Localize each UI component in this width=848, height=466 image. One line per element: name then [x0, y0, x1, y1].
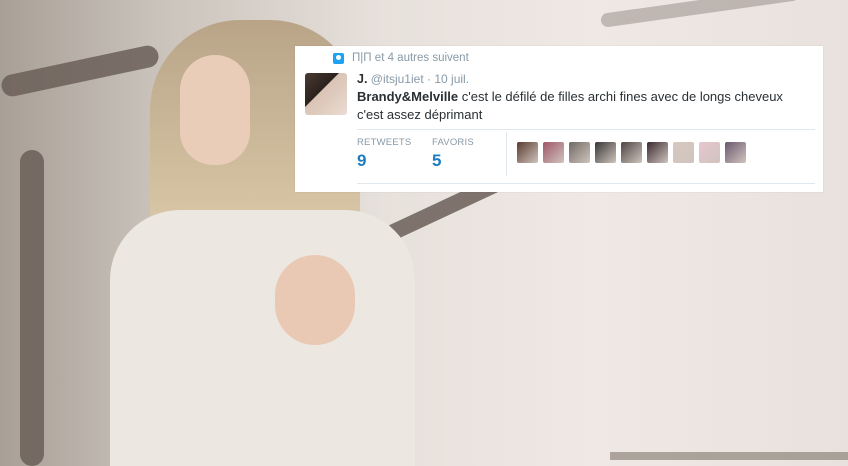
favoriter-avatar[interactable] — [543, 142, 564, 163]
favorites-stat[interactable]: FAVORIS 5 — [432, 137, 474, 171]
divider — [357, 183, 815, 184]
tweet-header: J. @itsju1iet · 10 juil. — [357, 72, 469, 86]
person-icon — [333, 52, 344, 64]
face — [180, 55, 250, 165]
favoriter-avatar[interactable] — [517, 142, 538, 163]
context-text: Π|Π et 4 autres suivent — [352, 52, 469, 64]
divider — [357, 129, 815, 130]
favoriter-avatar[interactable] — [569, 142, 590, 163]
hand — [275, 255, 355, 345]
tweet-context: Π|Π et 4 autres suivent — [333, 52, 469, 64]
favoriter-avatar[interactable] — [699, 142, 720, 163]
favorites-count: 5 — [432, 151, 442, 170]
retweets-count: 9 — [357, 151, 367, 170]
favoriter-avatar[interactable] — [725, 142, 746, 163]
tweet-date[interactable]: 10 juil. — [434, 72, 469, 86]
retweets-stat[interactable]: RETWEETS 9 — [357, 137, 411, 171]
stats-separator — [506, 132, 507, 176]
tweet-card[interactable]: Π|Π et 4 autres suivent J. @itsju1iet · … — [295, 46, 823, 192]
retweets-label: RETWEETS — [357, 137, 412, 148]
favoriter-avatar[interactable] — [647, 142, 668, 163]
tree-branch — [0, 43, 161, 99]
favoriter-avatar[interactable] — [595, 142, 616, 163]
shirt — [110, 210, 415, 466]
favoriter-avatar[interactable] — [673, 142, 694, 163]
tree-branch — [610, 452, 848, 460]
author-name[interactable]: J. — [357, 72, 367, 86]
tree-branch — [599, 0, 801, 28]
tweet-text: Brandy&Melville c'est le défilé de fille… — [357, 88, 812, 124]
separator: · — [427, 72, 431, 86]
tree-branch — [20, 150, 44, 466]
author-handle[interactable]: @itsju1iet — [371, 72, 424, 86]
favorites-label: FAVORIS — [432, 137, 474, 148]
favoriter-avatar[interactable] — [621, 142, 642, 163]
favoriter-avatars — [517, 142, 746, 163]
tweet-text-bold: Brandy&Melville — [357, 89, 459, 104]
author-avatar[interactable] — [305, 73, 347, 115]
